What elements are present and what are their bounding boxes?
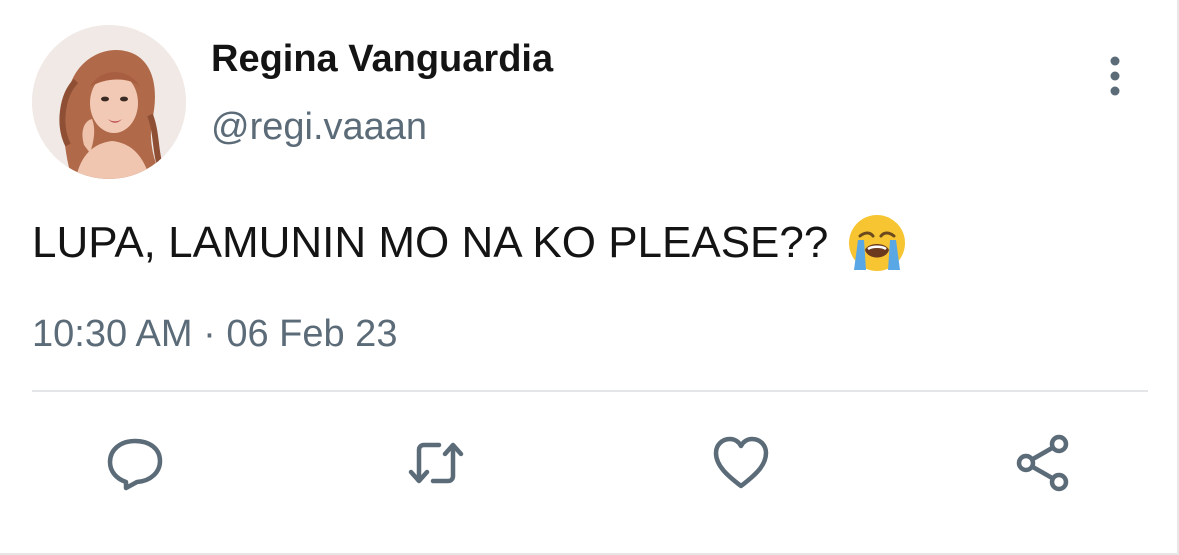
tweet-card: Regina Vanguardia @regi.vaaan LUPA, LAMU…	[0, 0, 1179, 555]
avatar-photo	[32, 25, 186, 179]
divider	[32, 390, 1148, 392]
tweet-text: LUPA, LAMUNIN MO NA KO PLEASE??	[32, 218, 829, 267]
share-icon	[1016, 434, 1069, 492]
tweet-timestamp[interactable]: 10:30 AM · 06 Feb 23	[32, 313, 397, 356]
retweet-button[interactable]	[405, 432, 467, 494]
more-options-button[interactable]	[1096, 54, 1134, 98]
more-vertical-icon	[1110, 56, 1120, 96]
reply-icon	[107, 438, 163, 491]
retweet-icon	[408, 442, 464, 484]
reply-button[interactable]	[104, 432, 166, 494]
author-display-name[interactable]: Regina Vanguardia	[211, 38, 553, 81]
tweet-body: LUPA, LAMUNIN MO NA KO PLEASE??	[32, 212, 908, 274]
author-handle[interactable]: @regi.vaaan	[211, 106, 427, 149]
like-button[interactable]	[710, 432, 772, 494]
share-button[interactable]	[1012, 432, 1074, 494]
loudly-crying-face-icon	[846, 212, 908, 274]
heart-icon	[713, 436, 769, 489]
avatar[interactable]	[32, 25, 186, 179]
